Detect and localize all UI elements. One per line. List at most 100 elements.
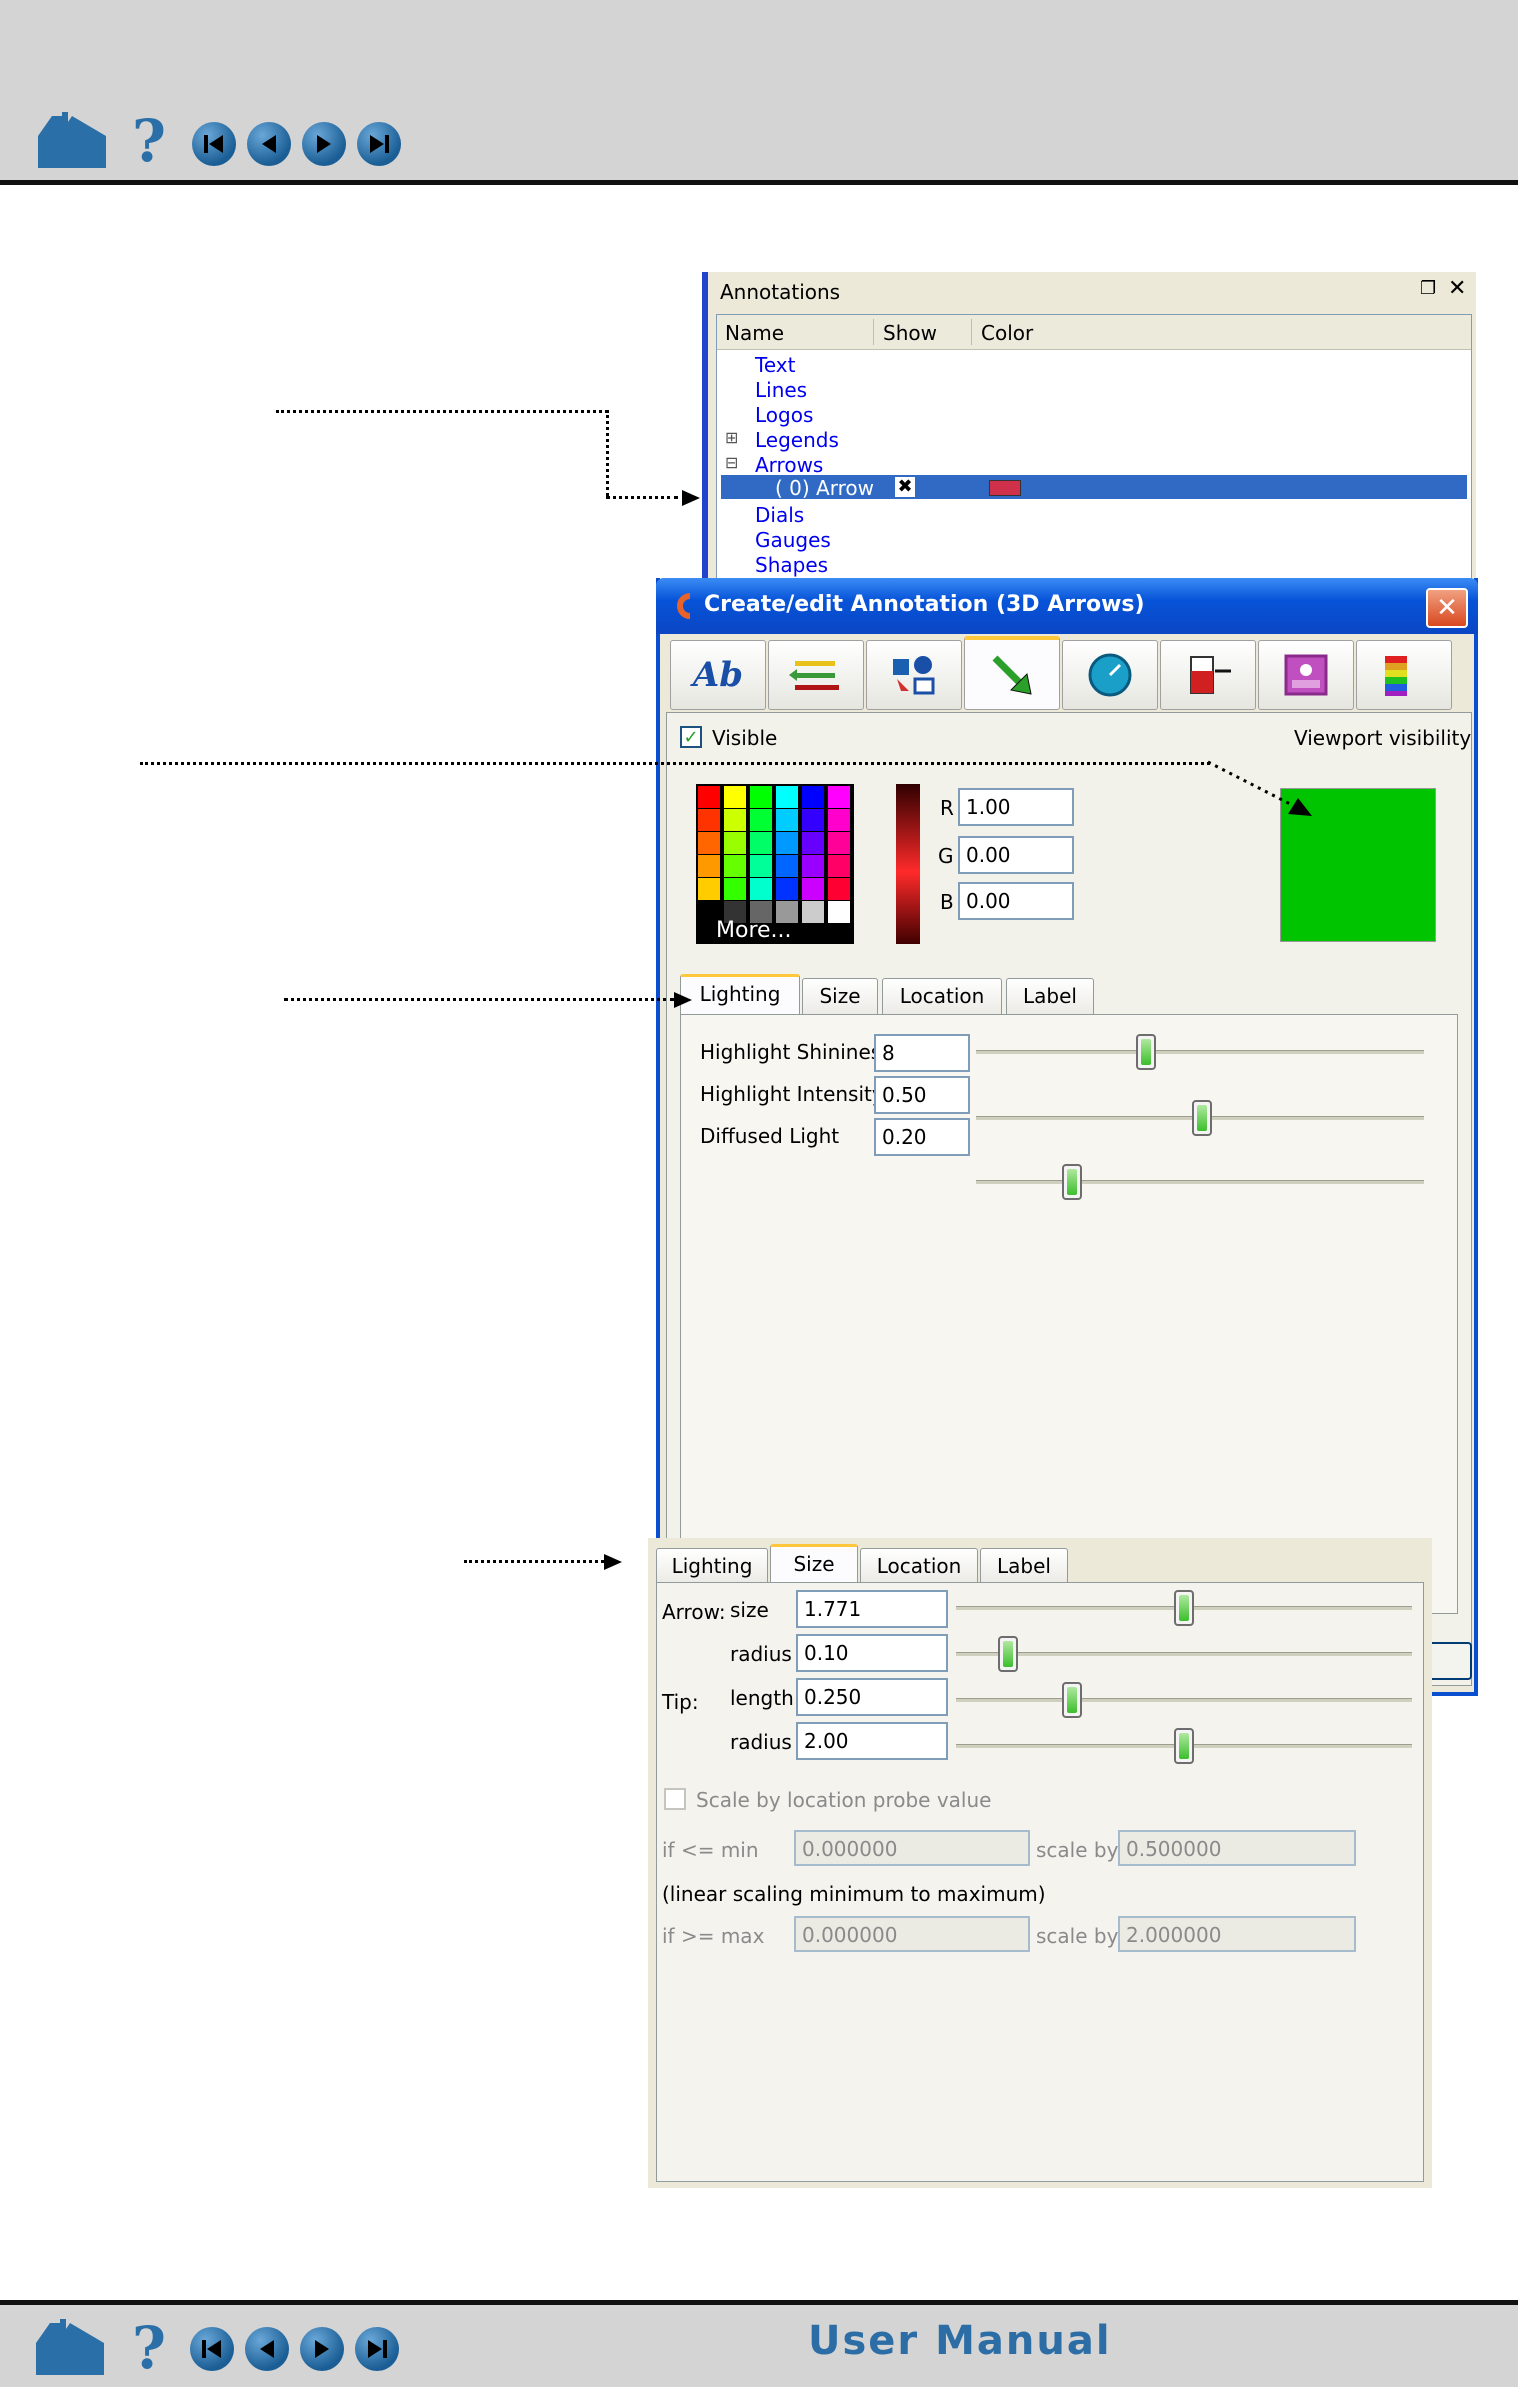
palette-swatch[interactable] [698,855,720,877]
first-page-icon[interactable] [190,2327,234,2371]
palette-swatch[interactable] [698,878,720,900]
tree-item-gauges[interactable]: Gauges [755,528,831,552]
diffused-input[interactable]: 0.20 [874,1118,970,1156]
arrow-size-slider-thumb[interactable] [1174,1590,1194,1626]
next-page-icon[interactable] [300,2327,344,2371]
tree-item-logos[interactable]: Logos [755,403,813,427]
next-page-icon[interactable] [302,122,346,166]
palette-swatch[interactable] [724,855,746,877]
max-scale-input[interactable]: 2.000000 [1118,1916,1356,1952]
last-page-icon[interactable] [355,2327,399,2371]
dials-tool-button[interactable] [1062,640,1158,710]
logos-tool-button[interactable] [1258,640,1354,710]
column-color[interactable]: Color [981,321,1033,345]
home-icon[interactable] [36,2319,104,2375]
scale-probe-checkbox[interactable] [664,1788,686,1810]
palette-swatch[interactable] [724,809,746,831]
close-icon[interactable]: ✕ [1448,276,1466,301]
palette-swatch[interactable] [828,832,850,854]
last-page-icon[interactable] [357,122,401,166]
palette-swatch[interactable] [750,809,772,831]
palette-swatch[interactable] [828,878,850,900]
palette-swatch[interactable] [802,786,824,808]
palette-swatch[interactable] [802,855,824,877]
palette-swatch[interactable] [828,855,850,877]
dialog-button-edge[interactable] [1432,1642,1472,1680]
palette-swatch[interactable] [698,832,720,854]
palette-swatch[interactable] [724,878,746,900]
arrow-radius-slider-track[interactable] [956,1652,1412,1656]
legends-tool-button[interactable] [1356,640,1452,710]
palette-swatch[interactable] [776,878,798,900]
tip-length-input[interactable]: 0.250 [796,1678,948,1716]
arrows-tool-button[interactable] [964,636,1060,710]
dialog-close-button[interactable]: ✕ [1426,588,1468,628]
palette-swatch[interactable] [802,809,824,831]
palette-swatch[interactable] [828,809,850,831]
show-checkbox[interactable]: ✖ [895,477,915,497]
tree-item-dials[interactable]: Dials [755,503,804,527]
column-show[interactable]: Show [883,321,937,345]
palette-swatch[interactable] [828,901,850,923]
tab-label[interactable]: Label [980,1548,1068,1582]
tab-location[interactable]: Location [882,978,1002,1014]
tab-size[interactable]: Size [802,978,878,1014]
shininess-slider-thumb[interactable] [1136,1034,1156,1070]
help-icon[interactable]: ? [132,112,166,170]
previous-page-icon[interactable] [247,122,291,166]
palette-swatch[interactable] [802,878,824,900]
palette-swatch[interactable] [750,855,772,877]
tip-radius-input[interactable]: 2.00 [796,1722,948,1760]
blue-input[interactable]: 0.00 [958,882,1074,920]
tab-lighting[interactable]: Lighting [656,1548,768,1582]
intensity-input[interactable]: 0.50 [874,1076,970,1114]
min-scale-input[interactable]: 0.500000 [1118,1830,1356,1866]
red-input[interactable]: 1.00 [958,788,1074,826]
palette-swatch[interactable] [724,786,746,808]
min-value-input[interactable]: 0.000000 [794,1830,1030,1866]
lines-tool-button[interactable] [768,640,864,710]
tab-lighting[interactable]: Lighting [680,974,800,1014]
palette-swatch[interactable] [724,832,746,854]
arrow-size-input[interactable]: 1.771 [796,1590,948,1628]
palette-swatch[interactable] [802,832,824,854]
palette-swatch[interactable] [802,901,824,923]
arrow-radius-input[interactable]: 0.10 [796,1634,948,1672]
palette-swatch[interactable] [776,832,798,854]
intensity-slider-thumb[interactable] [1192,1100,1212,1136]
palette-swatch[interactable] [828,786,850,808]
tab-size[interactable]: Size [770,1544,858,1582]
first-page-icon[interactable] [192,122,236,166]
tab-location[interactable]: Location [860,1548,978,1582]
green-input[interactable]: 0.00 [958,836,1074,874]
gauges-tool-button[interactable] [1160,640,1256,710]
diffused-slider-thumb[interactable] [1062,1164,1082,1200]
palette-swatch[interactable] [698,809,720,831]
home-icon[interactable] [38,112,106,168]
palette-swatch[interactable] [776,855,798,877]
text-tool-button[interactable]: Ab [670,640,766,710]
arrow-radius-slider-thumb[interactable] [998,1636,1018,1672]
visible-checkbox[interactable]: ✓ [680,726,702,748]
diffused-slider-track[interactable] [976,1180,1424,1184]
expand-icon[interactable]: ⊞ [725,428,738,447]
shapes-tool-button[interactable] [866,640,962,710]
max-value-input[interactable]: 0.000000 [794,1916,1030,1952]
more-colors-button[interactable]: More... [716,918,792,943]
tip-length-slider-track[interactable] [956,1698,1412,1702]
tree-item-shapes[interactable]: Shapes [755,553,828,577]
help-icon[interactable]: ? [132,2319,166,2377]
previous-page-icon[interactable] [245,2327,289,2371]
tree-item-legends[interactable]: Legends [755,428,839,452]
tree-item-text[interactable]: Text [755,353,795,377]
shade-bar[interactable] [896,784,920,944]
restore-icon[interactable]: ❐ [1420,278,1436,299]
palette-swatch[interactable] [750,786,772,808]
color-palette[interactable]: More... [696,784,854,944]
column-name[interactable]: Name [725,321,784,345]
tree-item-arrows[interactable]: Arrows [755,453,823,477]
shininess-input[interactable]: 8 [874,1034,970,1072]
tab-label[interactable]: Label [1006,978,1094,1014]
palette-swatch[interactable] [776,809,798,831]
palette-swatch[interactable] [698,786,720,808]
